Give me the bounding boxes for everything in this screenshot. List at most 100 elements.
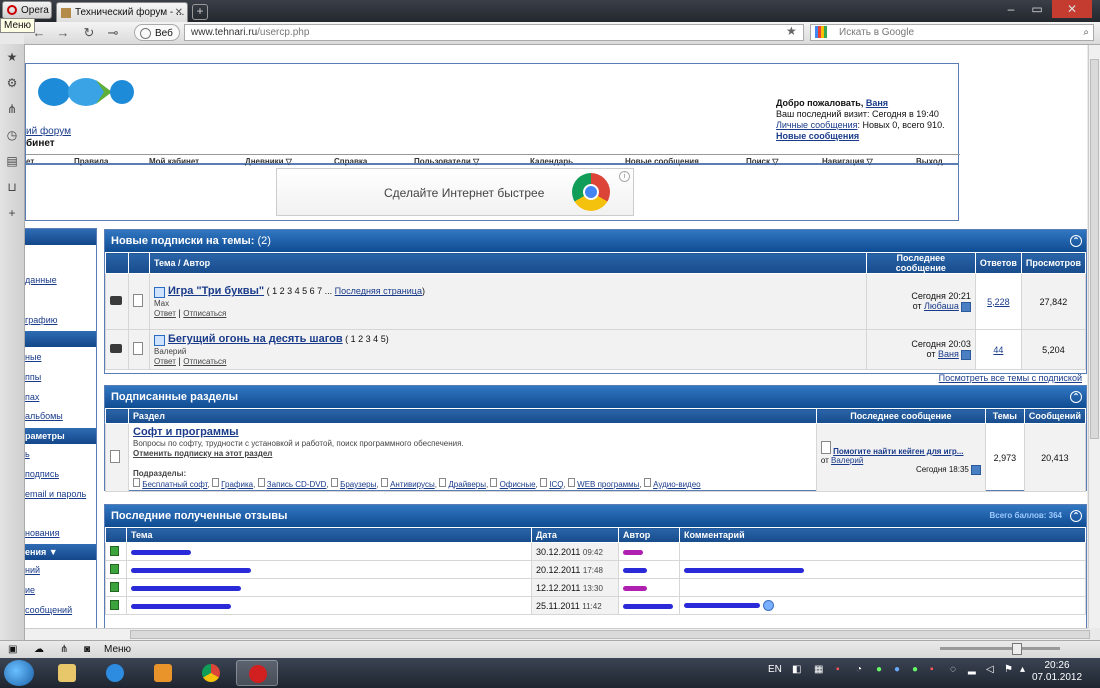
collapse-icon[interactable]: ⌃ (1070, 391, 1082, 403)
sidebar-item[interactable]: ний (25, 565, 40, 575)
tray-icon[interactable]: ▪ (930, 664, 934, 675)
last-post-author[interactable]: Любаша (924, 301, 959, 311)
section-title-link[interactable]: Софт и программы (133, 426, 239, 438)
subforum-link[interactable]: Графика (221, 480, 253, 489)
sidebar-item[interactable]: ие (25, 585, 35, 595)
sidebar-item[interactable]: графию (25, 315, 57, 325)
tray-icon[interactable]: ◔ (856, 664, 862, 675)
last-page-link[interactable]: Последняя страница (335, 286, 422, 296)
unsubscribe-link[interactable]: Отписаться (183, 357, 226, 366)
sidebar-header-collapse[interactable]: ения ▼ (25, 544, 96, 560)
action-center-flag-icon[interactable]: ⚑ (1004, 664, 1013, 675)
go-to-post-icon[interactable] (970, 464, 981, 475)
pm-link[interactable]: Личные сообщения (776, 120, 858, 130)
ad-info-icon[interactable]: i (619, 171, 630, 182)
subforum-link[interactable]: Аудио-видео (653, 480, 701, 489)
username-link[interactable]: Ваня (866, 98, 888, 108)
subforum-link[interactable]: Драйверы (448, 480, 486, 489)
search-bar[interactable]: Искать в Google ⌕ (810, 24, 1094, 41)
close-window-button[interactable]: ✕ (1052, 0, 1092, 18)
bookmarks-star-icon[interactable]: ★ (5, 50, 19, 64)
page-links[interactable]: ( 1 2 3 4 5) (345, 334, 389, 344)
replies-count[interactable]: 44 (993, 345, 1003, 355)
zoom-slider[interactable] (940, 643, 1060, 655)
bookmark-star-icon[interactable]: ★ (786, 24, 797, 38)
vertical-scrollbar[interactable] (1088, 45, 1100, 628)
replies-count[interactable]: 5,228 (987, 297, 1010, 307)
start-button[interactable] (4, 660, 34, 686)
sidebar-item[interactable]: альбомы (25, 411, 63, 421)
unsubscribe-section-link[interactable]: Отменить подписку на этот раздел (133, 449, 272, 458)
scrollbar-thumb[interactable] (1090, 59, 1099, 439)
tray-icon[interactable]: ● (876, 664, 882, 675)
unsubscribe-link[interactable]: Отписаться (183, 309, 226, 318)
page-links[interactable]: ( 1 2 3 4 5 6 7 ... (267, 286, 333, 296)
tray-icon[interactable]: ◌ (950, 664, 956, 675)
taskbar-clock[interactable]: 20:26 07.01.2012 (1032, 660, 1082, 684)
subforum-link[interactable]: Запись CD-DVD (267, 480, 327, 489)
new-messages-link[interactable]: Новые сообщения (776, 131, 859, 141)
tray-icon[interactable]: ▦ (814, 664, 823, 675)
reload-icon[interactable]: ↻ (80, 24, 98, 42)
taskbar-chrome[interactable] (190, 660, 232, 686)
last-post-author[interactable]: Валерий (831, 456, 863, 465)
ad-banner[interactable]: Сделайте Интернет быстрее i (276, 168, 634, 216)
forward-arrow-icon[interactable]: → (54, 24, 72, 42)
subforum-link[interactable]: Антивирусы (390, 480, 435, 489)
subforum-link[interactable]: Бесплатный софт (142, 480, 207, 489)
collapse-icon[interactable]: ⌃ (1070, 510, 1082, 522)
last-post-author[interactable]: Ваня (938, 349, 959, 359)
forum-home-link[interactable]: ий форум (26, 126, 71, 137)
thread-title-link[interactable]: Бегущий огонь на десять шагов (168, 333, 343, 345)
network-icon[interactable]: ▂ (968, 664, 976, 675)
tray-icon[interactable]: ● (894, 664, 900, 675)
camera-icon[interactable]: ◙ (84, 641, 90, 659)
sidebar-item[interactable]: данные (25, 275, 57, 285)
key-icon[interactable]: ⊸ (104, 24, 122, 42)
widgets-gear-icon[interactable]: ⚙ (5, 76, 19, 90)
subforum-link[interactable]: WEB программы (577, 480, 639, 489)
notes-icon[interactable]: ▤ (5, 154, 19, 168)
sidebar-item[interactable]: ь (25, 449, 30, 459)
taskbar-ie[interactable] (94, 660, 136, 686)
maximize-button[interactable]: ▭ (1024, 0, 1050, 18)
collapse-icon[interactable]: ⌃ (1070, 235, 1082, 247)
address-bar[interactable]: www.tehnari.ru/usercp.php (184, 24, 804, 41)
sidebar-item[interactable]: email и пароль (25, 489, 86, 499)
search-icon[interactable]: ⌕ (1083, 25, 1089, 40)
tray-icon[interactable]: ◧ (792, 664, 801, 675)
language-indicator[interactable]: EN (768, 664, 782, 675)
sidebar-item[interactable]: ные (25, 352, 41, 362)
new-tab-button[interactable]: + (192, 4, 208, 20)
unite-icon[interactable]: ⋔ (5, 102, 19, 116)
close-tab-icon[interactable]: ✕ (175, 3, 183, 22)
opera-menu-button[interactable]: Opera (2, 1, 52, 19)
tray-expand-icon[interactable]: ▴ (1020, 664, 1025, 675)
turbo-icon[interactable]: ☁ (34, 641, 44, 659)
go-to-post-icon[interactable] (960, 349, 971, 360)
view-all-subscriptions-link[interactable]: Посмотреть все темы с подпиской (939, 373, 1082, 383)
web-button[interactable]: Веб (134, 24, 180, 41)
tray-icon[interactable]: ● (912, 664, 918, 675)
last-post-title-link[interactable]: Помогите найти кейген для игр... (833, 447, 963, 456)
scrollbar-thumb[interactable] (130, 630, 1090, 639)
reply-link[interactable]: Ответ (154, 357, 176, 366)
subforum-link[interactable]: ICQ (549, 480, 563, 489)
zoom-slider-handle[interactable] (1012, 643, 1022, 655)
browser-tab[interactable]: Технический форум - ... ✕ (56, 2, 188, 22)
taskbar-media[interactable] (142, 660, 184, 686)
reply-link[interactable]: Ответ (154, 309, 176, 318)
sidebar-item[interactable]: ппы (25, 372, 41, 382)
go-to-post-icon[interactable] (960, 301, 971, 312)
volume-icon[interactable]: ◁ (986, 664, 994, 675)
sidebar-item[interactable]: нования (25, 528, 60, 538)
tray-icon[interactable]: ▪ (836, 664, 840, 675)
panel-toggle-icon[interactable]: ▣ (8, 641, 17, 659)
thread-title-link[interactable]: Игра "Три буквы" (168, 285, 264, 297)
subforum-link[interactable]: Браузеры (340, 480, 376, 489)
status-menu-label[interactable]: Меню (104, 641, 131, 659)
sidebar-item[interactable]: подпись (25, 469, 59, 479)
sidebar-item[interactable]: сообщений (25, 605, 72, 615)
taskbar-opera[interactable] (236, 660, 278, 686)
unite-icon[interactable]: ⋔ (60, 641, 68, 659)
